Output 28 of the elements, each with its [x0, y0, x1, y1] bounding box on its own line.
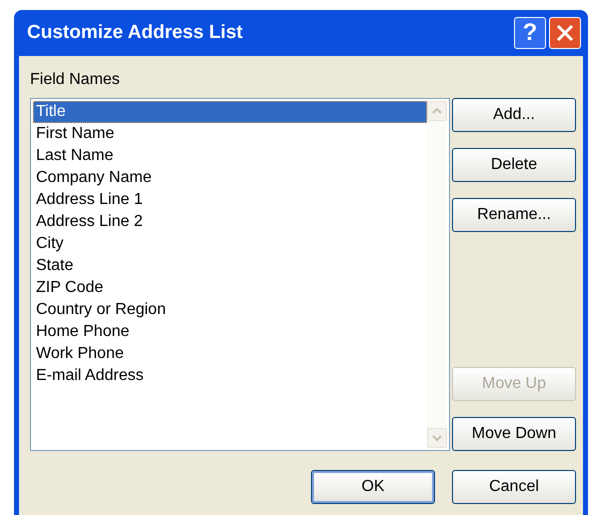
scroll-down-button[interactable] — [427, 428, 447, 448]
list-item[interactable]: Work Phone — [33, 343, 427, 365]
field-names-label: Field Names — [30, 70, 121, 90]
list-item[interactable]: Company Name — [33, 167, 427, 189]
field-names-list[interactable]: Title First Name Last Name Company Name Address Line 1 Address Line 2 City State ZIP Code Country or Region Home Phone Work Phone E-mail Address — [30, 98, 450, 451]
help-button[interactable]: ? — [514, 17, 546, 49]
dialog-button[interactable]: Add... — [452, 98, 576, 132]
close-button[interactable] — [549, 17, 581, 49]
list-item[interactable]: Home Phone — [33, 321, 427, 343]
dialog-button[interactable]: OK — [311, 470, 435, 504]
close-icon — [556, 24, 574, 42]
list-item[interactable]: Address Line 1 — [33, 189, 427, 211]
dialog-button[interactable]: Cancel — [452, 470, 576, 504]
list-item[interactable]: City — [33, 233, 427, 255]
list-item[interactable]: Country or Region — [33, 299, 427, 321]
dialog-button[interactable]: Delete — [452, 148, 576, 182]
list-item[interactable]: Address Line 2 — [33, 211, 427, 233]
scroll-up-button[interactable] — [427, 101, 447, 121]
dialog-button[interactable]: Rename... — [452, 198, 576, 232]
list-item[interactable]: ZIP Code — [33, 277, 427, 299]
list-item[interactable]: Last Name — [33, 145, 427, 167]
window-title: Customize Address List — [27, 20, 244, 45]
list-item[interactable]: First Name — [33, 123, 427, 145]
dialog-button[interactable]: Move Down — [452, 417, 576, 451]
list-item[interactable]: E-mail Address — [33, 365, 427, 387]
list-item[interactable]: State — [33, 255, 427, 277]
scrollbar[interactable] — [427, 101, 447, 448]
list-item[interactable]: Title — [33, 101, 427, 123]
